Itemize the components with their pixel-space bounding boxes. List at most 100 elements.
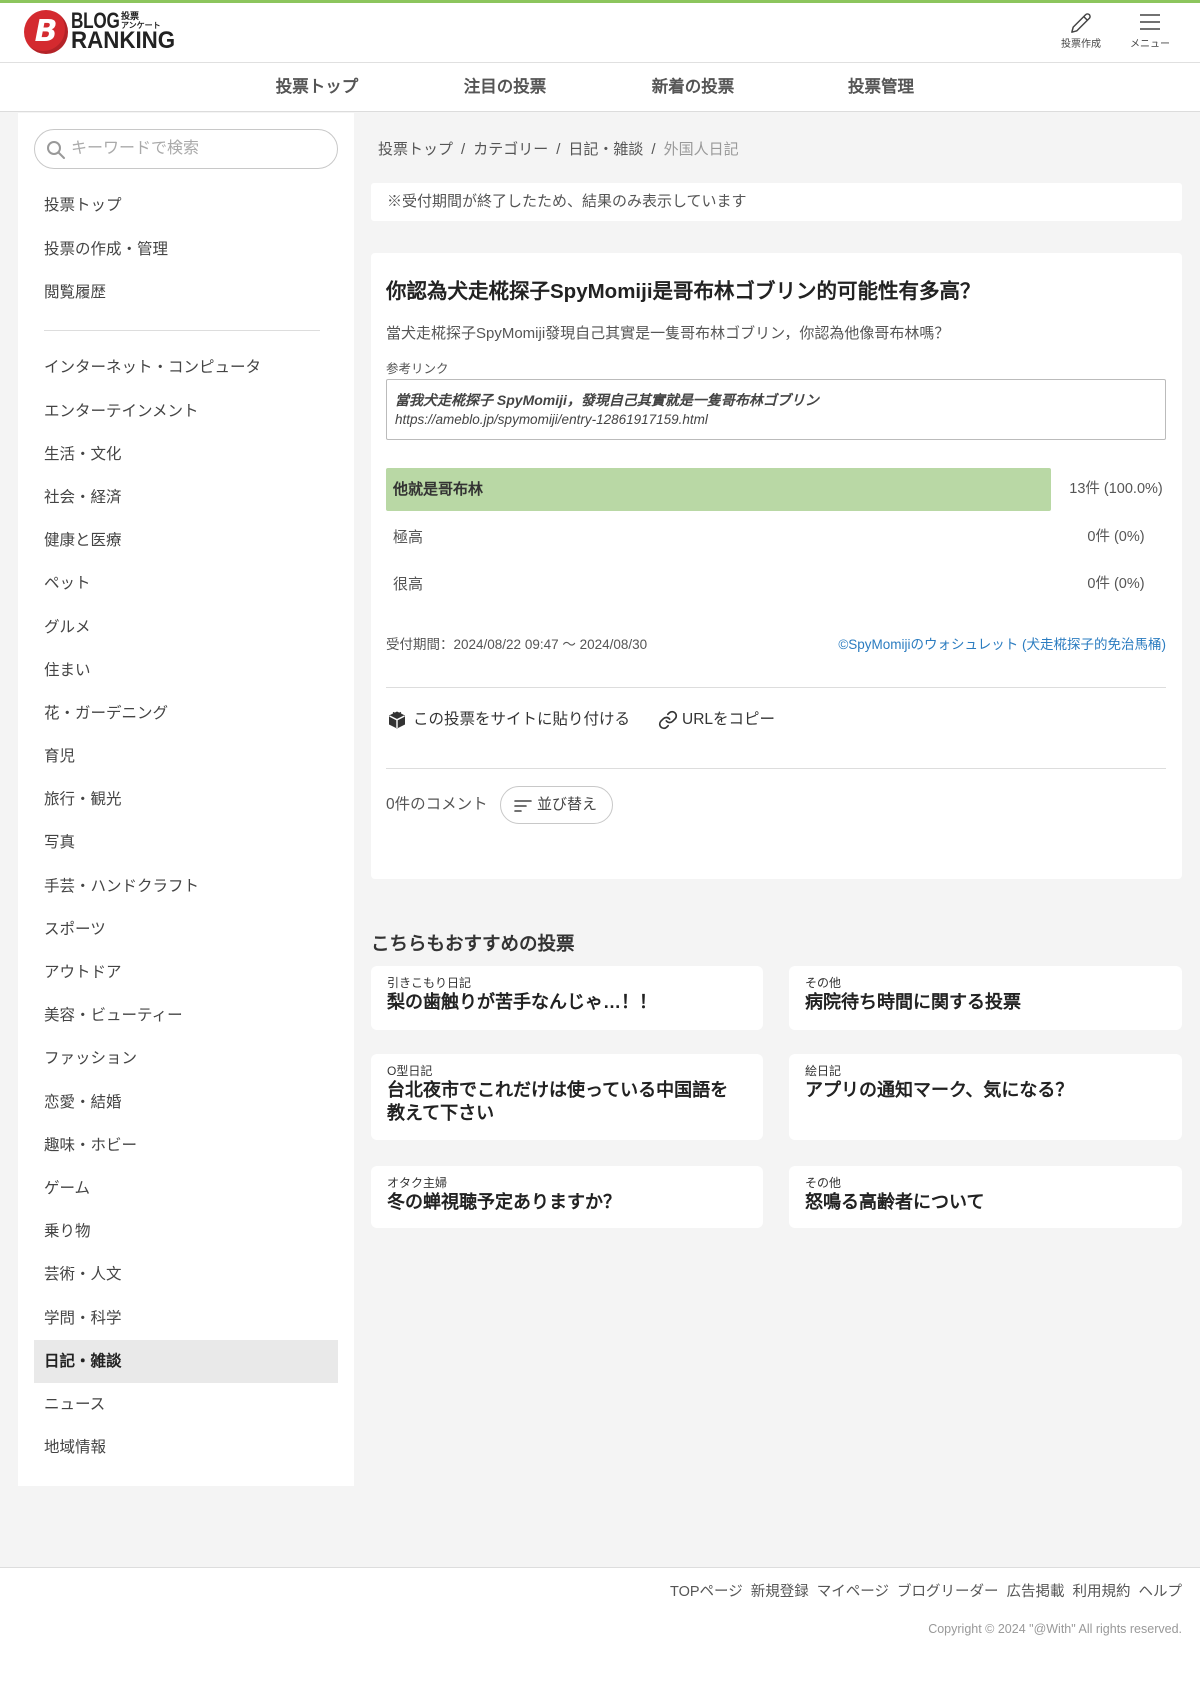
sidebar-category[interactable]: 育児 bbox=[34, 735, 338, 778]
menu-button[interactable]: メニュー bbox=[1118, 3, 1182, 62]
breadcrumb-diary-chat[interactable]: 日記・雑談 bbox=[568, 140, 643, 160]
copy-url-button[interactable]: URLをコピー bbox=[658, 708, 788, 732]
sidebar-category[interactable]: 美容・ビューティー bbox=[34, 994, 338, 1037]
site-logo[interactable]: B BLOG 投票 アンケート RANKING bbox=[0, 3, 200, 62]
nav-featured-polls[interactable]: 注目の投票 bbox=[464, 75, 547, 100]
recommended-poll-category: オタク主婦 bbox=[387, 1176, 448, 1190]
embed-poll-label: この投票をサイトに貼り付ける bbox=[413, 711, 631, 728]
sidebar-item-poll-top[interactable]: 投票トップ bbox=[34, 184, 338, 228]
breadcrumb-separator: / bbox=[461, 141, 466, 158]
search-input[interactable] bbox=[35, 130, 337, 168]
recommended-poll-card[interactable]: 引きこもり日記 梨の歯触りが苦手なんじゃ…！！ bbox=[371, 966, 763, 1030]
recommended-poll-title: 冬の蝉視聴予定ありますか？ bbox=[387, 1192, 621, 1212]
recommended-poll-title: 怒鳴る高齢者について bbox=[805, 1192, 985, 1212]
result-option-label: 極高 bbox=[393, 528, 424, 546]
menu-label: メニュー bbox=[1130, 39, 1170, 50]
sidebar-category-list: インターネット・コンピュータ エンターテインメント 生活・文化 社会・経済 健康… bbox=[34, 346, 338, 1469]
footer-link-mypage[interactable]: マイページ bbox=[817, 1582, 889, 1602]
sort-label: 並び替え bbox=[537, 796, 598, 813]
sidebar-category[interactable]: 生活・文化 bbox=[34, 433, 338, 476]
recommended-poll-title: アプリの通知マーク、気になる？ bbox=[805, 1080, 1074, 1100]
sidebar-category[interactable]: インターネット・コンピュータ bbox=[34, 346, 338, 389]
poll-card: 你認為犬走椛探子SpyMomiji是哥布林ゴブリン的可能性有多高？ 當犬走椛探子… bbox=[371, 253, 1182, 879]
author-blog-link[interactable]: ©SpyMomijiのウォシュレット (犬走椛探子的免治馬桶) bbox=[838, 635, 1166, 655]
section-divider bbox=[386, 768, 1166, 769]
recommended-poll-category: 引きこもり日記 bbox=[387, 976, 472, 990]
sidebar-item-create-manage[interactable]: 投票の作成・管理 bbox=[34, 228, 338, 272]
recommended-poll-card[interactable]: その他 病院待ち時間に関する投票 bbox=[789, 966, 1182, 1030]
sidebar-category[interactable]: 乗り物 bbox=[34, 1210, 338, 1253]
sidebar-category[interactable]: 花・ガーデニング bbox=[34, 692, 338, 735]
create-poll-label: 投票作成 bbox=[1061, 39, 1101, 50]
sidebar-category[interactable]: ゲーム bbox=[34, 1167, 338, 1210]
nav-poll-top[interactable]: 投票トップ bbox=[276, 75, 359, 100]
footer-link-top[interactable]: TOPページ bbox=[670, 1582, 743, 1602]
site-header: B BLOG 投票 アンケート RANKING 投票作成 メニュー bbox=[0, 3, 1200, 63]
sidebar-category[interactable]: エンターテインメント bbox=[34, 390, 338, 433]
recommended-poll-category: 絵日記 bbox=[805, 1064, 842, 1078]
recommended-poll-card[interactable]: その他 怒鳴る高齢者について bbox=[789, 1166, 1182, 1228]
section-divider bbox=[386, 687, 1166, 688]
reference-link-box[interactable]: 當我犬走椛探子 SpyMomiji，發現自己其實就是一隻哥布林ゴブリン http… bbox=[386, 379, 1166, 440]
sort-icon bbox=[514, 800, 532, 812]
comments-count: 0件のコメント bbox=[386, 796, 488, 813]
result-bar-track: 極高 bbox=[386, 516, 1051, 559]
sidebar-category[interactable]: ファッション bbox=[34, 1037, 338, 1080]
sidebar-category[interactable]: アウトドア bbox=[34, 951, 338, 994]
recommended-poll-card[interactable]: オタク主婦 冬の蝉視聴予定ありますか？ bbox=[371, 1166, 763, 1228]
nav-new-polls[interactable]: 新着の投票 bbox=[652, 75, 735, 100]
sidebar-category[interactable]: 健康と医療 bbox=[34, 519, 338, 562]
sidebar-category[interactable]: ペット bbox=[34, 562, 338, 605]
result-row: 很高 0件 (0%) bbox=[386, 563, 1166, 606]
result-option-label: 很高 bbox=[393, 576, 424, 593]
sidebar-category[interactable]: 社会・経済 bbox=[34, 476, 338, 519]
recommended-poll-category: その他 bbox=[805, 1176, 842, 1190]
logo-text-ranking: RANKING bbox=[71, 27, 176, 54]
result-bar-fill bbox=[386, 468, 1051, 511]
sidebar-category[interactable]: スポーツ bbox=[34, 908, 338, 951]
recommended-poll-category: その他 bbox=[805, 976, 842, 990]
nav-poll-management[interactable]: 投票管理 bbox=[848, 75, 914, 100]
closed-notice: ※受付期間が終了したため、結果のみ表示しています bbox=[371, 183, 1182, 221]
sidebar-category-active[interactable]: 日記・雑談 bbox=[34, 1339, 338, 1383]
reference-link-url: https://ameblo.jp/spymomiji/entry-128619… bbox=[395, 412, 708, 427]
sidebar-category[interactable]: 恋愛・結婚 bbox=[34, 1081, 338, 1124]
breadcrumb-category[interactable]: カテゴリー bbox=[473, 140, 548, 160]
footer-link-blog-reader[interactable]: ブログリーダー bbox=[897, 1582, 999, 1602]
sidebar-category[interactable]: 写真 bbox=[34, 821, 338, 864]
sidebar-category[interactable]: 手芸・ハンドクラフト bbox=[34, 865, 338, 908]
logo-mark: B bbox=[24, 10, 68, 54]
footer-link-help[interactable]: ヘルプ bbox=[1139, 1582, 1183, 1602]
sidebar-top-menu: 投票トップ 投票の作成・管理 閲覧履歴 bbox=[34, 184, 338, 315]
result-option-label: 他就是哥布林 bbox=[393, 481, 484, 498]
sidebar-category[interactable]: グルメ bbox=[34, 606, 338, 649]
sidebar-category[interactable]: 芸術・人文 bbox=[34, 1253, 338, 1296]
copyright: Copyright © 2024 "@With" All rights rese… bbox=[928, 1622, 1182, 1636]
search-box bbox=[34, 129, 338, 169]
create-poll-button[interactable]: 投票作成 bbox=[1049, 3, 1113, 62]
sidebar-category[interactable]: 住まい bbox=[34, 649, 338, 692]
recommended-poll-card[interactable]: 絵日記 アプリの通知マーク、気になる？ bbox=[789, 1054, 1182, 1140]
recommended-poll-card[interactable]: O型日記 台北夜市でこれだけは使っている中国語を教えて下さい bbox=[371, 1054, 763, 1140]
sidebar-category[interactable]: 趣味・ホビー bbox=[34, 1124, 338, 1167]
sidebar: 投票トップ 投票の作成・管理 閲覧履歴 インターネット・コンピュータ エンターテ… bbox=[18, 113, 354, 1486]
footer-link-terms[interactable]: 利用規約 bbox=[1073, 1582, 1131, 1602]
sidebar-category[interactable]: 学問・科学 bbox=[34, 1297, 338, 1340]
footer-links: TOPページ 新規登録 マイページ ブログリーダー 広告掲載 利用規約 ヘルプ bbox=[670, 1582, 1182, 1602]
sidebar-category[interactable]: 旅行・観光 bbox=[34, 778, 338, 821]
breadcrumb-poll-top[interactable]: 投票トップ bbox=[378, 140, 453, 160]
sidebar-item-history[interactable]: 閲覧履歴 bbox=[34, 271, 338, 315]
main-nav: 投票トップ 注目の投票 新着の投票 投票管理 bbox=[0, 63, 1200, 112]
recommended-poll-title: 病院待ち時間に関する投票 bbox=[805, 992, 1021, 1012]
breadcrumb-current: 外国人日記 bbox=[663, 141, 739, 158]
footer-link-advertising[interactable]: 広告掲載 bbox=[1007, 1582, 1065, 1602]
embed-box-icon bbox=[389, 711, 405, 729]
result-count: 0件 (0%) bbox=[1087, 528, 1145, 545]
embed-poll-button[interactable]: この投票をサイトに貼り付ける bbox=[387, 708, 637, 732]
sort-button[interactable]: 並び替え bbox=[500, 786, 613, 824]
copy-url-label: URLをコピー bbox=[682, 711, 776, 728]
sidebar-category[interactable]: 地域情報 bbox=[34, 1426, 338, 1469]
result-bar-track: 他就是哥布林 bbox=[386, 468, 1051, 511]
footer-link-register[interactable]: 新規登録 bbox=[751, 1582, 809, 1602]
sidebar-category[interactable]: ニュース bbox=[34, 1383, 338, 1426]
